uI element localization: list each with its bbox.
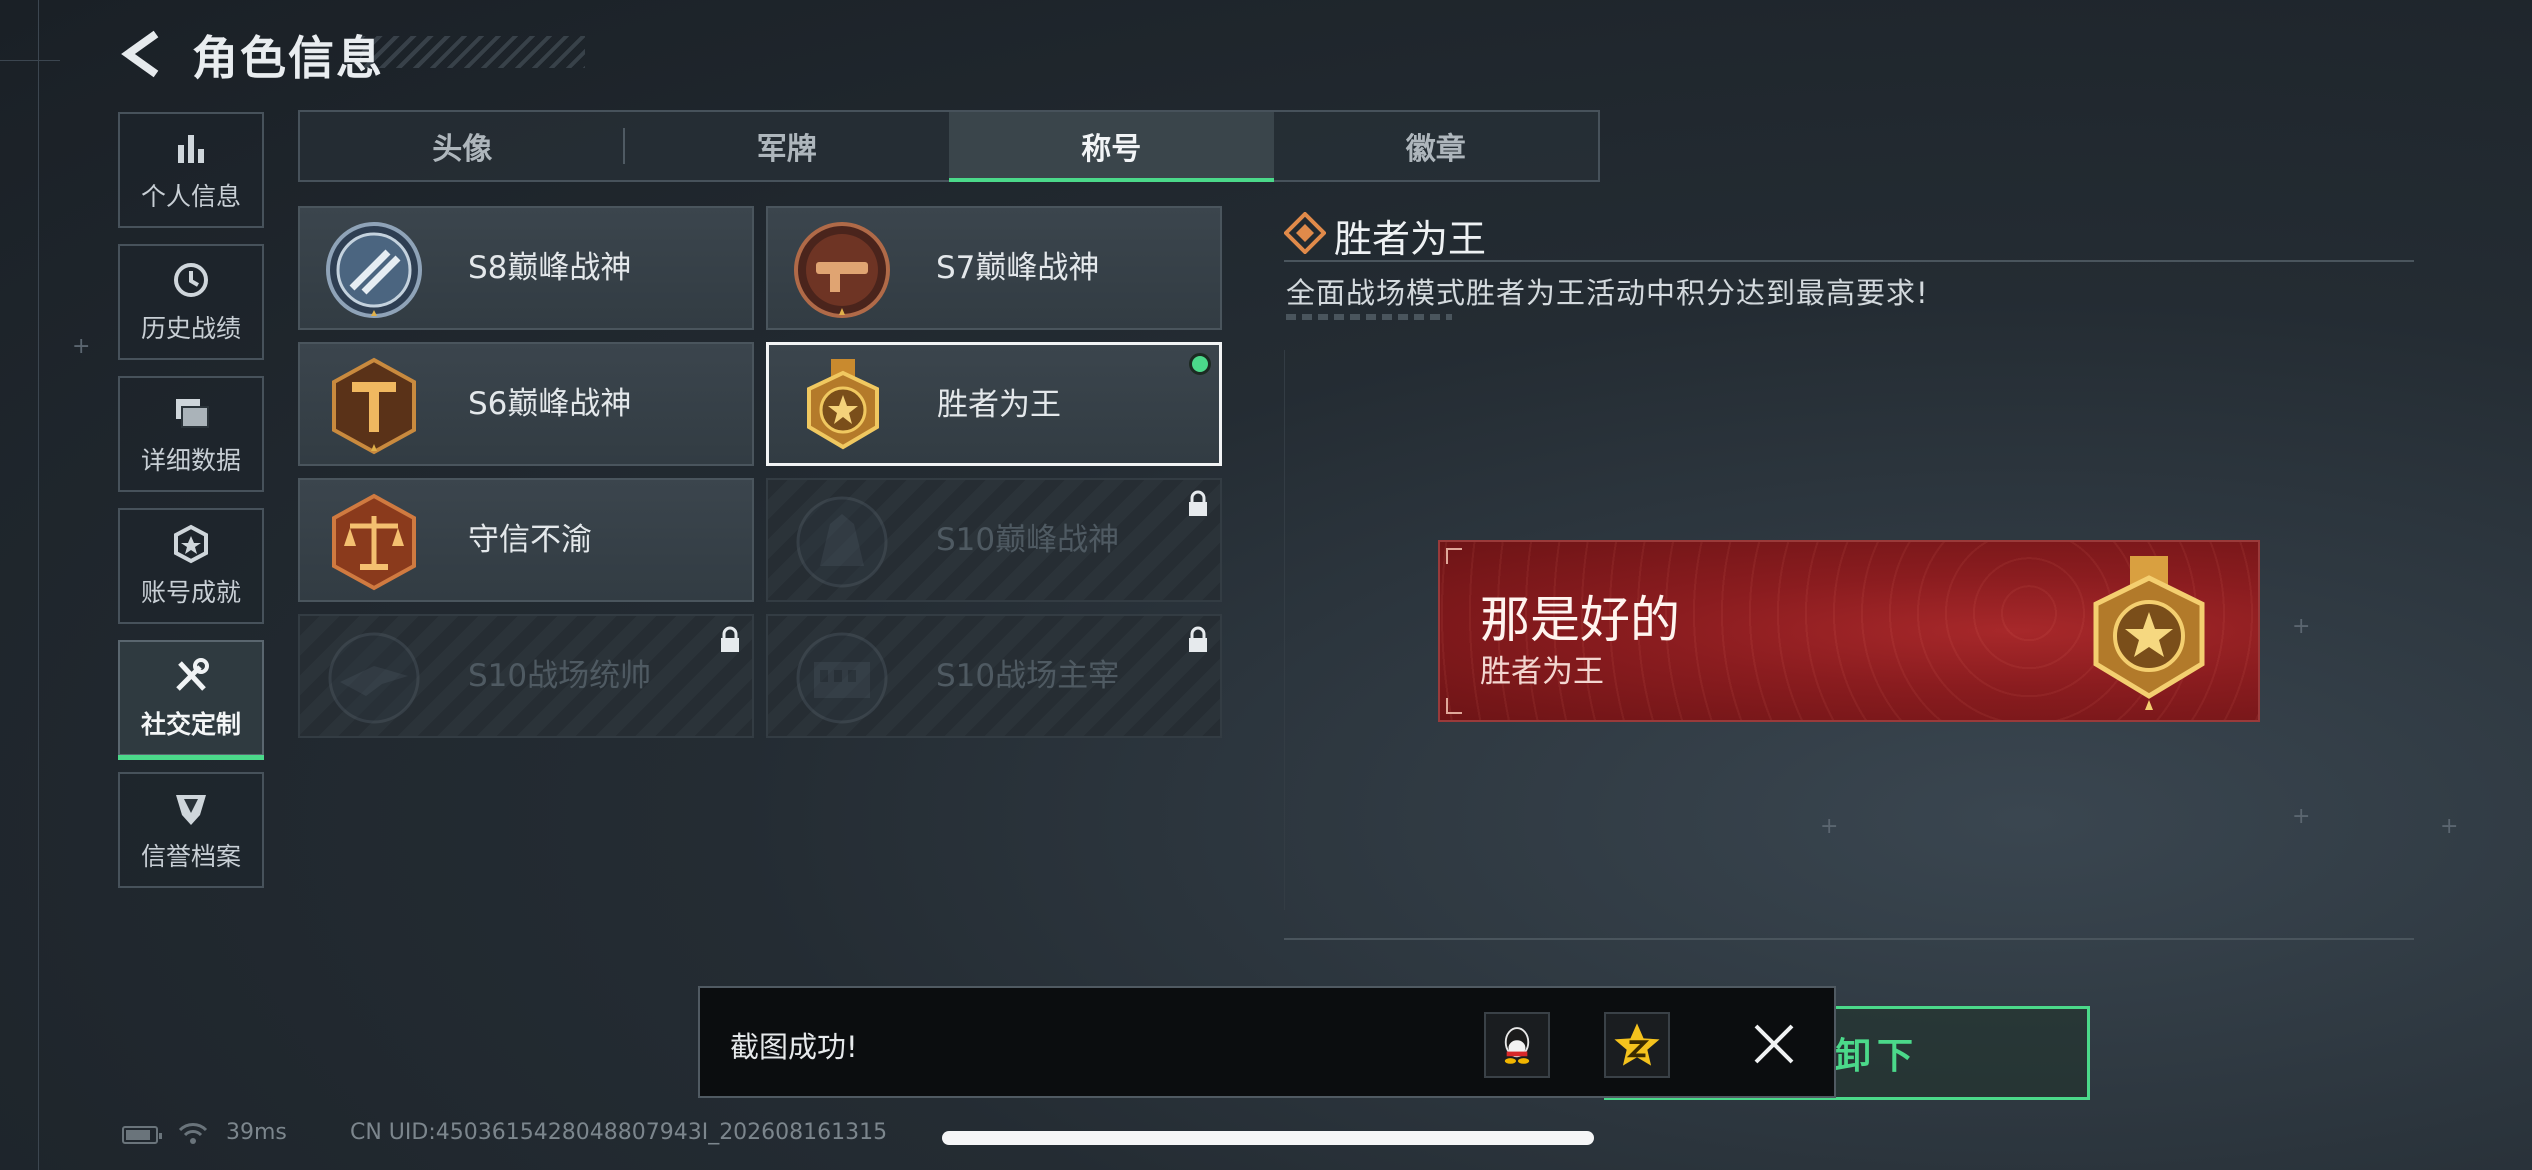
title-card-s10-commander[interactable]: S10战场统帅 xyxy=(298,614,754,738)
sidebar-item-achievements[interactable]: 账号成就 xyxy=(118,508,264,624)
sidebar-item-label: 个人信息 xyxy=(140,182,241,211)
sidebar-item-label: 社交定制 xyxy=(140,710,241,739)
title-card-s6[interactable]: S6巅峰战神 xyxy=(298,342,754,466)
tab-avatar[interactable]: 头像 xyxy=(300,112,625,180)
title-name: 守信不渝 xyxy=(468,522,592,558)
detail-title: 胜者为王 xyxy=(1334,217,1487,261)
equipped-indicator xyxy=(1189,353,1211,375)
sidebar-item-personal-info[interactable]: 个人信息 xyxy=(118,112,264,228)
screenshot-toast: 截图成功! xyxy=(698,986,1836,1098)
title-preview-banner: 那是好的 胜者为王 xyxy=(1438,540,2260,722)
sidebar-item-history[interactable]: 历史战绩 xyxy=(118,244,264,360)
active-indicator xyxy=(118,755,264,760)
detail-sub-decoration xyxy=(1286,314,1452,320)
back-arrow-icon[interactable] xyxy=(118,28,166,80)
sidebar-item-label: 详细数据 xyxy=(140,446,241,475)
s10-emblem-icon xyxy=(796,496,888,588)
title-card-s7[interactable]: S7巅峰战神 xyxy=(766,206,1222,330)
preview-main-text: 那是好的 xyxy=(1480,591,1680,649)
title-decoration xyxy=(360,36,585,68)
qq-icon xyxy=(1504,1027,1530,1064)
clock-history-icon xyxy=(174,263,208,297)
sidebar-item-reputation[interactable]: 信誉档案 xyxy=(118,772,264,888)
tab-military-tag[interactable]: 军牌 xyxy=(625,112,950,180)
s6-emblem-icon xyxy=(332,357,416,455)
title-card-s10-god[interactable]: S10巅峰战神 xyxy=(766,478,1222,602)
detail-description: 全面战场模式胜者为王活动中积分达到最高要求! xyxy=(1286,276,1929,310)
bg-cross-mark: + xyxy=(2440,814,2459,839)
qzone-icon xyxy=(1614,1023,1660,1066)
bg-grid-line xyxy=(38,0,39,1170)
title-name: S10战场主宰 xyxy=(936,658,1120,694)
title-category-icon xyxy=(1284,212,1326,254)
home-indicator[interactable] xyxy=(942,1131,1594,1145)
achievement-icon xyxy=(174,524,208,564)
tab-badge[interactable]: 徽章 xyxy=(1274,112,1599,180)
title-card-trustworthy[interactable]: 守信不渝 xyxy=(298,478,754,602)
tools-icon xyxy=(176,658,209,691)
share-qq-button[interactable] xyxy=(1484,1012,1550,1078)
detail-divider xyxy=(1284,260,2414,262)
title-name: S10战场统帅 xyxy=(468,658,652,694)
detail-frame-line xyxy=(1284,350,1285,910)
sidebar-item-detailed-data[interactable]: 详细数据 xyxy=(118,376,264,492)
page-title: 角色信息 xyxy=(192,31,384,85)
ping-readout: 39ms xyxy=(226,1120,287,1145)
toast-message: 截图成功! xyxy=(730,1030,858,1064)
winner-medal-icon xyxy=(807,359,879,450)
title-name: 胜者为王 xyxy=(937,387,1061,423)
lock-icon xyxy=(1189,490,1207,516)
bg-grid-line xyxy=(0,60,60,61)
bg-cross-mark: + xyxy=(72,334,91,359)
wifi-icon xyxy=(178,1123,208,1144)
title-card-s10-dominator[interactable]: S10战场主宰 xyxy=(766,614,1222,738)
battery-icon xyxy=(122,1126,162,1144)
bg-cross-mark: + xyxy=(2292,614,2311,639)
preview-sub-text: 胜者为王 xyxy=(1480,654,1604,690)
s10-colosseum-emblem-icon xyxy=(796,632,888,724)
detail-bottom-rule xyxy=(1284,938,2414,940)
bar-chart-icon xyxy=(178,135,204,163)
close-icon[interactable] xyxy=(1752,1022,1796,1066)
title-name: S10巅峰战神 xyxy=(936,522,1120,558)
category-tab-bar: 头像 军牌 称号 徽章 xyxy=(298,110,1600,182)
lock-icon xyxy=(721,626,739,652)
title-name: S7巅峰战神 xyxy=(936,250,1100,286)
s8-emblem-icon xyxy=(326,222,422,318)
banner-corner xyxy=(1446,698,1462,714)
winner-medal-icon xyxy=(2093,556,2205,710)
lock-icon xyxy=(1189,626,1207,652)
shield-icon xyxy=(176,795,206,825)
title-name: S8巅峰战神 xyxy=(468,250,632,286)
tab-title[interactable]: 称号 xyxy=(949,112,1274,182)
title-name: S6巅峰战神 xyxy=(468,386,632,422)
banner-corner xyxy=(1446,548,1462,564)
sidebar-item-label: 账号成就 xyxy=(140,578,241,607)
share-qzone-button[interactable] xyxy=(1604,1012,1670,1078)
folder-icon xyxy=(176,399,209,428)
sidebar-item-social-custom[interactable]: 社交定制 xyxy=(118,640,264,760)
sidebar-item-label: 信誉档案 xyxy=(140,842,241,871)
sidebar-item-label: 历史战绩 xyxy=(140,314,241,343)
bg-cross-mark: + xyxy=(2292,804,2311,829)
scales-emblem-icon xyxy=(332,493,416,591)
title-card-s8[interactable]: S8巅峰战神 xyxy=(298,206,754,330)
title-card-winner[interactable]: 胜者为王 xyxy=(766,342,1222,466)
user-id: CN UID:4503615428048807943I_202608161315 xyxy=(350,1120,888,1145)
s7-emblem-icon xyxy=(794,222,890,318)
s10-commander-emblem-icon xyxy=(328,632,420,724)
bg-cross-mark: + xyxy=(1820,814,1839,839)
